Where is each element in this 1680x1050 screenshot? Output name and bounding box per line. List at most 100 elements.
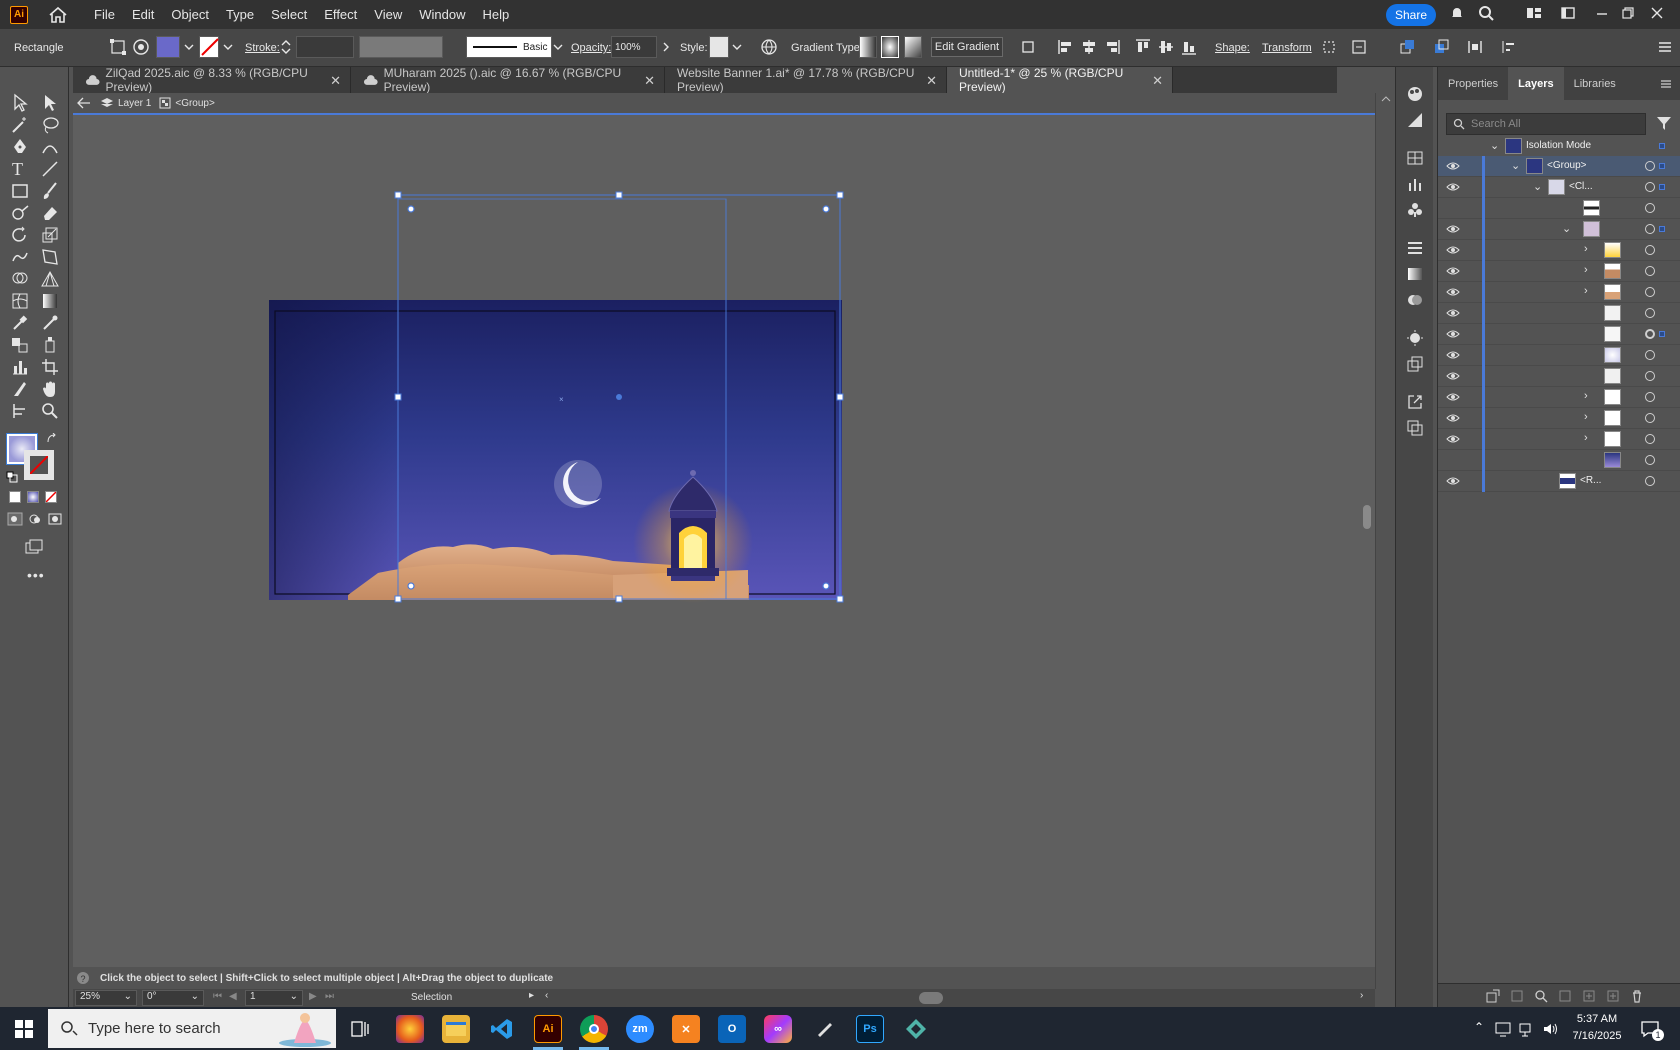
direct-selection-tool-icon[interactable] xyxy=(40,93,60,113)
layer-row-clip-group[interactable]: ⌄ <Cl... xyxy=(1438,177,1680,198)
collect-export-icon[interactable] xyxy=(1486,989,1500,1003)
last-artboard-icon[interactable]: ⏭ xyxy=(325,991,334,1002)
visibility-eye-icon[interactable] xyxy=(1446,329,1460,339)
symbol-sprayer-tool-icon[interactable] xyxy=(40,335,60,355)
breadcrumb-group[interactable]: <Group> xyxy=(175,98,214,109)
target-icon[interactable] xyxy=(1645,329,1655,339)
windows-start-icon[interactable] xyxy=(15,1020,33,1038)
layer-row[interactable] xyxy=(1438,324,1680,345)
eyedropper-tool-icon[interactable] xyxy=(10,313,30,333)
chevron-down-icon[interactable] xyxy=(183,38,195,56)
target-icon[interactable] xyxy=(1645,266,1655,276)
visibility-eye-icon[interactable] xyxy=(1446,182,1460,192)
creative-cloud-icon[interactable]: ∞ xyxy=(764,1015,792,1043)
layer-row[interactable] xyxy=(1438,303,1680,324)
visibility-eye-icon[interactable] xyxy=(1446,266,1460,276)
align-bottom-icon[interactable] xyxy=(1180,38,1198,56)
pen-tool-icon[interactable] xyxy=(10,137,30,157)
mesh-tool-icon[interactable] xyxy=(10,291,30,311)
collapse-chevron-icon[interactable]: ⌄ xyxy=(1562,222,1571,235)
tab-muharam[interactable]: MUharam 2025 ().aic @ 16.67 % (RGB/CPU P… xyxy=(351,66,665,94)
align-center-icon[interactable] xyxy=(1080,38,1098,56)
file-explorer-icon[interactable] xyxy=(442,1015,470,1043)
align-right-icon[interactable] xyxy=(1103,38,1121,56)
target-icon[interactable] xyxy=(1645,224,1655,234)
share-button[interactable]: Share xyxy=(1386,4,1436,26)
transform-box-icon[interactable] xyxy=(109,38,127,56)
measure-tool-icon[interactable] xyxy=(40,313,60,333)
tab-layers[interactable]: Layers xyxy=(1508,67,1564,100)
selection-indicator[interactable] xyxy=(1659,226,1665,232)
close-tab-icon[interactable]: ✕ xyxy=(1152,73,1163,89)
search-icon[interactable] xyxy=(1478,5,1494,21)
layer-row[interactable]: › xyxy=(1438,240,1680,261)
target-icon[interactable] xyxy=(1645,287,1655,297)
stroke-label[interactable]: Stroke: xyxy=(245,42,280,54)
target-icon[interactable] xyxy=(1645,413,1655,423)
first-artboard-icon[interactable]: ⏮ xyxy=(213,991,222,1002)
chevron-right-icon[interactable] xyxy=(660,38,672,56)
close-window-icon[interactable] xyxy=(1649,5,1665,21)
arrange-front-icon[interactable] xyxy=(1398,38,1416,56)
vscode-icon[interactable] xyxy=(488,1015,516,1043)
edit-gradient-button[interactable]: Edit Gradient xyxy=(931,37,1003,57)
next-artboard-icon[interactable]: ▶ xyxy=(309,991,317,1002)
firefox-icon[interactable] xyxy=(396,1015,424,1043)
home-icon[interactable] xyxy=(48,6,68,24)
vertical-scrollbar[interactable] xyxy=(1375,93,1395,989)
menu-select[interactable]: Select xyxy=(271,7,307,22)
network-icon[interactable] xyxy=(1518,1020,1536,1038)
target-icon[interactable] xyxy=(1645,308,1655,318)
layer-row[interactable] xyxy=(1438,366,1680,387)
collapse-chevron-icon[interactable]: ⌄ xyxy=(1490,139,1499,152)
visibility-eye-icon[interactable] xyxy=(1446,161,1460,171)
new-layer-icon[interactable] xyxy=(1606,989,1620,1003)
chevron-down-icon[interactable] xyxy=(222,38,234,56)
close-tab-icon[interactable]: ✕ xyxy=(330,73,341,89)
tab-properties[interactable]: Properties xyxy=(1438,67,1508,100)
artboard-navigator[interactable]: 1 ⌄ xyxy=(245,990,303,1006)
scroll-up-icon[interactable] xyxy=(1376,93,1396,105)
rotation-select[interactable]: 0° ⌄ xyxy=(142,990,204,1006)
target-icon[interactable] xyxy=(1645,455,1655,465)
volume-icon[interactable] xyxy=(1542,1020,1560,1038)
menu-object[interactable]: Object xyxy=(171,7,209,22)
layer-row-rectangle[interactable]: <R... xyxy=(1438,471,1680,492)
panel-menu-icon[interactable] xyxy=(1660,78,1672,90)
panel-menu-icon[interactable] xyxy=(1656,38,1674,56)
visibility-eye-icon[interactable] xyxy=(1446,392,1460,402)
layer-row[interactable]: › xyxy=(1438,282,1680,303)
lasso-tool-icon[interactable] xyxy=(40,115,60,135)
target-icon[interactable] xyxy=(1645,434,1655,444)
shaper-tool-icon[interactable] xyxy=(10,203,30,223)
breadcrumb-layer[interactable]: Layer 1 xyxy=(118,98,151,109)
menu-window[interactable]: Window xyxy=(419,7,465,22)
delete-layer-icon[interactable] xyxy=(1630,989,1644,1003)
gradient-panel-icon[interactable] xyxy=(1406,111,1424,129)
menu-edit[interactable]: Edit xyxy=(132,7,154,22)
new-sublayer-icon[interactable] xyxy=(1582,989,1596,1003)
draw-normal-icon[interactable] xyxy=(7,512,23,526)
shape-builder-tool-icon[interactable] xyxy=(10,269,30,289)
artboards-icon[interactable] xyxy=(1406,419,1424,437)
stroke-color-swatch[interactable] xyxy=(24,450,54,480)
none-mode-icon[interactable] xyxy=(45,491,57,503)
layer-row[interactable] xyxy=(1438,450,1680,471)
collapse-chevron-icon[interactable]: ⌄ xyxy=(1511,159,1520,172)
bell-icon[interactable] xyxy=(1449,5,1465,21)
align-left-icon[interactable] xyxy=(1057,38,1075,56)
visibility-eye-icon[interactable] xyxy=(1446,350,1460,360)
warp-tool-icon[interactable] xyxy=(10,247,30,267)
task-view-icon[interactable] xyxy=(350,1019,370,1039)
align-top-icon[interactable] xyxy=(1134,38,1152,56)
target-icon[interactable] xyxy=(1645,371,1655,381)
type-tool-icon[interactable]: T xyxy=(12,159,32,179)
illustrator-icon[interactable]: Ai xyxy=(534,1015,562,1043)
gradient-mode-icon[interactable] xyxy=(27,491,39,503)
gradient-swatch-icon[interactable] xyxy=(1406,265,1424,283)
expand-chevron-icon[interactable]: › xyxy=(1584,432,1588,444)
expand-chevron-icon[interactable]: › xyxy=(1584,411,1588,423)
visibility-eye-icon[interactable] xyxy=(1446,224,1460,234)
canvas[interactable]: × xyxy=(73,115,1375,967)
clock[interactable]: 5:37 AM 7/16/2025 xyxy=(1566,1011,1628,1045)
